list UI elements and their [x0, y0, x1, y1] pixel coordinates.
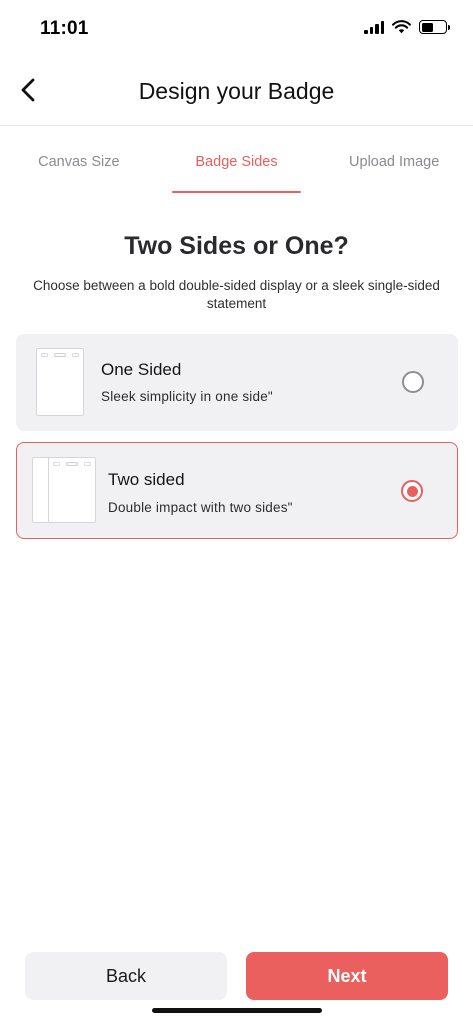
status-time: 11:01	[40, 18, 89, 39]
active-tab-indicator	[171, 191, 302, 193]
tab-label: Upload Image	[349, 154, 440, 170]
tab-upload-image[interactable]: Upload Image	[315, 138, 473, 194]
tab-badge-sides[interactable]: Badge Sides	[158, 138, 316, 194]
option-one-sided[interactable]: One Sided Sleek simplicity in one side"	[16, 334, 458, 431]
radio-one-sided[interactable]	[402, 371, 424, 393]
option-title: One Sided	[101, 360, 182, 379]
badge-slot	[54, 353, 66, 357]
header: Design your Badge	[0, 60, 473, 126]
option-description: Sleek simplicity in one side"	[101, 389, 273, 404]
back-button[interactable]: Back	[25, 952, 227, 1000]
status-bar: 11:01	[0, 0, 473, 60]
wifi-icon	[392, 20, 411, 34]
section-title: Two Sides or One?	[124, 232, 349, 260]
double-badge-icon	[32, 457, 98, 525]
status-icons	[364, 20, 450, 34]
option-title: Two sided	[108, 470, 185, 489]
tab-label: Canvas Size	[38, 154, 120, 170]
home-indicator	[152, 1008, 322, 1013]
front-badge	[48, 457, 96, 523]
battery-icon	[419, 20, 450, 34]
battery-level-fill	[421, 22, 433, 32]
page-title: Design your Badge	[138, 78, 335, 104]
option-description: Double impact with two sides"	[108, 500, 293, 515]
next-button[interactable]: Next	[246, 952, 448, 1000]
option-two-sided[interactable]: Two sided Double impact with two sides"	[16, 442, 458, 539]
radio-selected-dot	[406, 485, 418, 497]
tab-canvas-size[interactable]: Canvas Size	[0, 138, 158, 194]
tab-label: Badge Sides	[195, 154, 278, 170]
section-subtitle: Choose between a bold double-sided displ…	[33, 278, 440, 311]
cellular-signal-icon	[364, 20, 384, 34]
single-badge-icon	[36, 348, 84, 416]
radio-two-sided[interactable]	[401, 480, 423, 502]
step-tabs: Canvas Size Badge Sides Upload Image	[0, 138, 473, 194]
